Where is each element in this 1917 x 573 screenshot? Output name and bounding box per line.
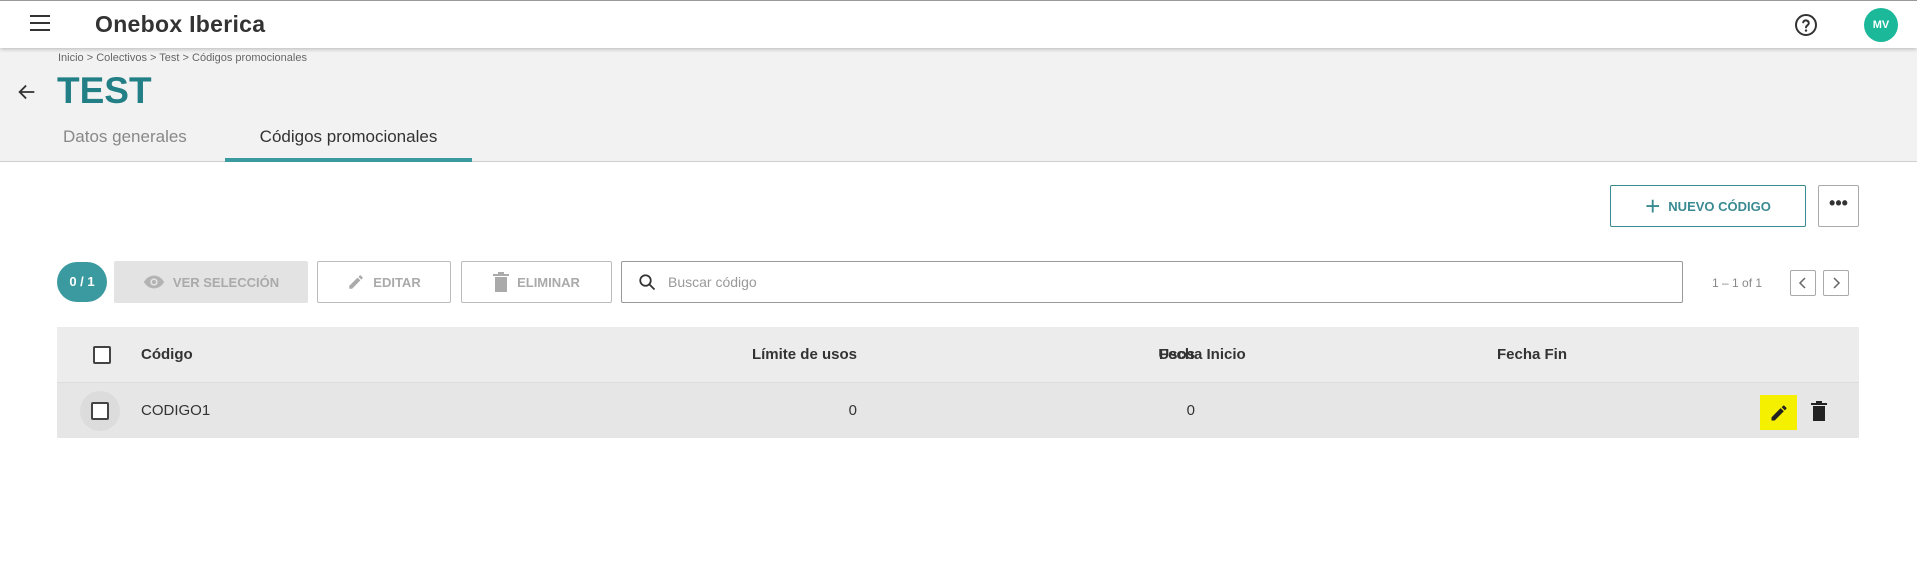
top-bar: Onebox Iberica MV <box>0 0 1917 48</box>
table-row[interactable]: CODIGO1 0 0 <box>57 382 1859 438</box>
column-header-code[interactable]: Código <box>141 327 193 382</box>
search-icon <box>639 274 656 291</box>
selection-count-badge[interactable]: 0 / 1 <box>57 262 107 302</box>
previous-page-button[interactable] <box>1790 270 1816 296</box>
row-checkbox[interactable] <box>91 401 109 420</box>
help-icon[interactable] <box>1794 13 1818 37</box>
new-code-label: NUEVO CÓDIGO <box>1668 198 1771 214</box>
row-edit-button[interactable] <box>1760 395 1797 430</box>
page-header: Inicio > Colectivos > Test > Códigos pro… <box>0 48 1917 162</box>
delete-button[interactable]: ELIMINAR <box>461 261 612 303</box>
pagination-label: 1 – 1 of 1 <box>1712 276 1763 290</box>
table-header: Código Límite de usos Usos Fecha Inicio … <box>57 327 1859 382</box>
next-page-button[interactable] <box>1823 270 1849 296</box>
row-checkbox-ripple <box>80 390 120 431</box>
tab-datos-generales[interactable]: Datos generales <box>35 128 215 162</box>
new-code-button[interactable]: + NUEVO CÓDIGO <box>1610 185 1806 227</box>
app-title: Onebox Iberica <box>95 11 266 37</box>
pencil-icon <box>1771 405 1786 420</box>
search-field[interactable] <box>621 261 1683 303</box>
menu-icon[interactable] <box>30 15 54 35</box>
delete-label: ELIMINAR <box>517 274 580 290</box>
edit-label: EDITAR <box>373 274 421 290</box>
chevron-left-icon <box>1798 277 1806 289</box>
chevron-right-icon <box>1833 277 1841 289</box>
search-input[interactable] <box>668 274 1568 290</box>
column-header-end-date[interactable]: Fecha Fin <box>1497 327 1567 382</box>
row-delete-button[interactable] <box>1809 398 1829 424</box>
select-all-cell <box>93 327 111 382</box>
select-all-checkbox[interactable] <box>93 345 111 364</box>
cell-uses: 0 <box>1186 402 1195 419</box>
more-options-button[interactable]: ••• <box>1818 185 1859 227</box>
row-select-cell <box>80 383 120 438</box>
view-selection-label: VER SELECCIÓN <box>172 274 280 290</box>
cell-limit: 0 <box>848 402 857 419</box>
column-header-limit[interactable]: Límite de usos <box>517 327 857 382</box>
trash-icon <box>493 272 510 292</box>
codes-table: Código Límite de usos Usos Fecha Inicio … <box>57 327 1859 438</box>
trash-icon <box>1811 401 1827 421</box>
avatar[interactable]: MV <box>1864 8 1898 42</box>
tab-codigos-promocionales[interactable]: Códigos promocionales <box>225 128 472 162</box>
eye-icon <box>143 275 164 289</box>
back-arrow-icon[interactable] <box>16 81 38 103</box>
column-header-start-date[interactable]: Fecha Inicio <box>1159 327 1246 382</box>
breadcrumb[interactable]: Inicio > Colectivos > Test > Códigos pro… <box>58 52 307 64</box>
cell-code: CODIGO1 <box>141 402 211 419</box>
page-title: TEST <box>57 70 152 111</box>
view-selection-button[interactable]: VER SELECCIÓN <box>114 261 308 303</box>
edit-button[interactable]: EDITAR <box>317 261 451 303</box>
pencil-icon <box>349 275 364 289</box>
plus-icon: + <box>1645 191 1661 221</box>
